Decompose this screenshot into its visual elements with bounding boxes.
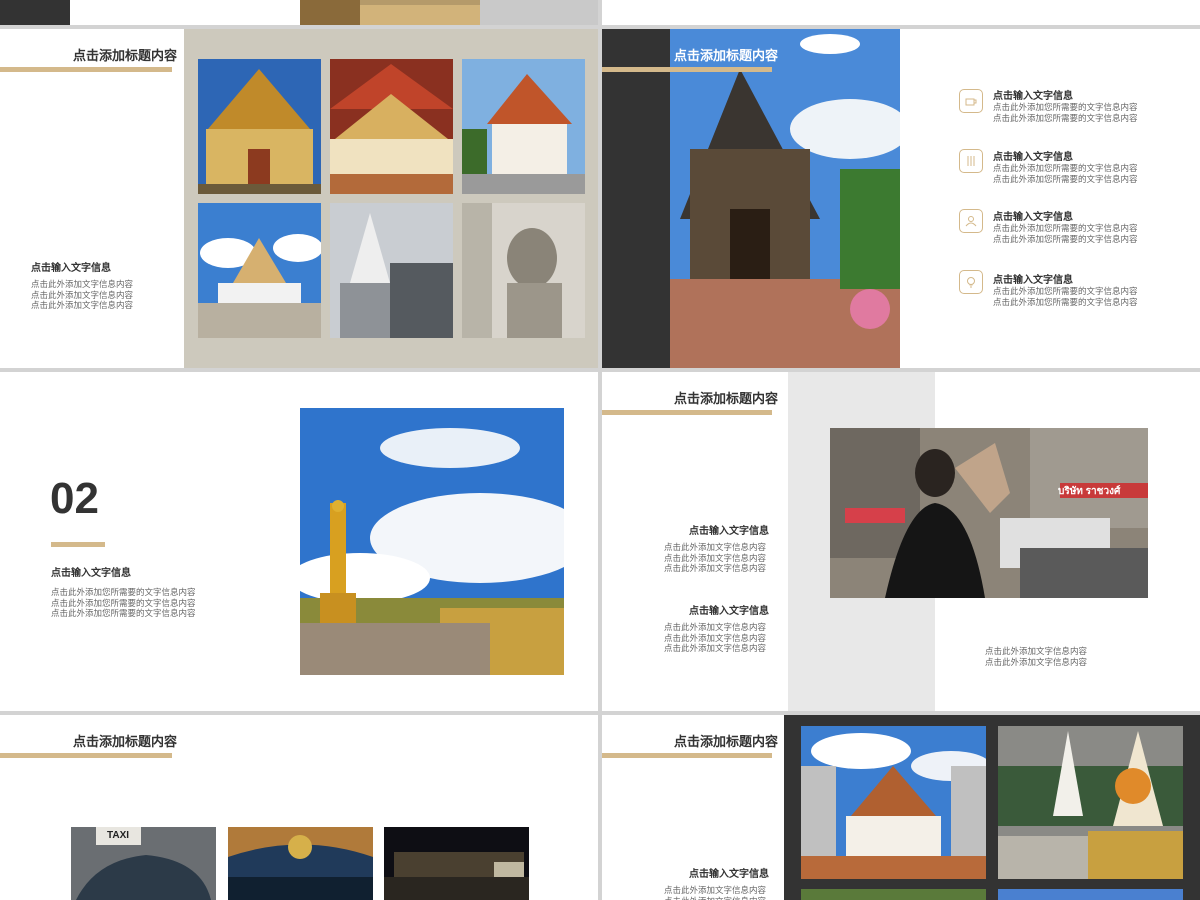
lightbulb-icon bbox=[959, 270, 983, 294]
shop-sign: บริษัท ราชวงศ์ bbox=[1058, 486, 1121, 497]
gold-divider bbox=[602, 67, 772, 72]
item-body: 点击此外添加您所需要的文字信息内容 点击此外添加您所需要的文字信息内容 bbox=[993, 223, 1138, 244]
dark-block bbox=[0, 0, 70, 25]
item-title: 点击输入文字信息 bbox=[993, 152, 1073, 163]
body-text: 点击此外添加文字信息内容 点击此外添加文字信息内容 点击此外添加文字信息内容 bbox=[31, 279, 134, 310]
body-text: 点击此外添加文字信息内容点击此外添加文字信息内容 bbox=[664, 885, 767, 900]
gold-divider bbox=[0, 753, 172, 758]
body-text: 点击此外添加文字信息内容 点击此外添加文字信息内容 点击此外添加文字信息内容 bbox=[664, 622, 767, 653]
body-text: 点击此外添加您所需要的文字信息内容 点击此外添加您所需要的文字信息内容 点击此外添加… bbox=[51, 587, 196, 618]
slide-dark-grid[interactable]: 点击添加标题内容 点击输入文字信息 点击此外添加文字信息内容点击此外添加文字信息… bbox=[602, 715, 1200, 900]
slide-title: 点击添加标题内容 bbox=[674, 734, 779, 749]
caption-text: 点击此外添加文字信息内容 点击此外添加文字信息内容 bbox=[985, 646, 1088, 667]
gold-divider bbox=[0, 67, 172, 72]
utensils-icon bbox=[959, 149, 983, 173]
cup-icon bbox=[959, 89, 983, 113]
subtitle: 点击输入文字信息 bbox=[689, 869, 769, 880]
photographer-photo: บริษัท ราชวงศ์ bbox=[830, 428, 1148, 598]
temple-photo bbox=[998, 889, 1183, 900]
night-street-photo bbox=[384, 827, 529, 900]
white-temple-photo bbox=[330, 203, 453, 338]
item-body: 点击此外添加您所需要的文字信息内容 点击此外添加您所需要的文字信息内容 bbox=[993, 286, 1138, 307]
gold-divider bbox=[602, 410, 772, 415]
dark-panel bbox=[784, 715, 1200, 900]
dark-sidebar bbox=[602, 29, 670, 368]
subtitle: 点击输入文字信息 bbox=[689, 606, 769, 617]
subtitle: 点击输入文字信息 bbox=[51, 568, 131, 579]
slide-photographer[interactable]: 点击添加标题内容 点击输入文字信息 点击此外添加文字信息内容 点击此外添加文字信息… bbox=[602, 372, 1200, 711]
item-title: 点击输入文字信息 bbox=[993, 212, 1073, 223]
item-title: 点击输入文字信息 bbox=[993, 275, 1073, 286]
section-number: 02 bbox=[50, 474, 99, 523]
subtitle: 点击输入文字信息 bbox=[31, 263, 111, 274]
tuktuk-photo bbox=[228, 827, 373, 900]
temple-photo bbox=[801, 889, 986, 900]
temple-photo bbox=[198, 59, 321, 194]
slide-photo-grid[interactable]: 点击添加标题内容 点击输入文字信息 点击此外添加文字信息内容 点击此外添加文字信息… bbox=[0, 29, 598, 368]
item-title: 点击输入文字信息 bbox=[993, 91, 1073, 102]
body-text: 点击此外添加文字信息内容 点击此外添加文字信息内容 点击此外添加文字信息内容 bbox=[664, 542, 767, 573]
photo-grid-panel bbox=[184, 29, 598, 368]
golden-buddha-photo bbox=[300, 408, 564, 675]
slide-three-photos[interactable]: 点击添加标题内容 TAXI bbox=[0, 715, 598, 900]
slide-title: 点击添加标题内容 bbox=[674, 48, 779, 63]
slide-section-02[interactable]: 02 点击输入文字信息 点击此外添加您所需要的文字信息内容 点击此外添加您所需要的… bbox=[0, 372, 598, 711]
item-body: 点击此外添加您所需要的文字信息内容 点击此外添加您所需要的文字信息内容 bbox=[993, 102, 1138, 123]
taxi-photo: TAXI bbox=[71, 827, 216, 900]
slide-title: 点击添加标题内容 bbox=[73, 48, 178, 63]
slide-title: 点击添加标题内容 bbox=[674, 391, 779, 406]
gold-divider bbox=[51, 542, 105, 547]
user-icon bbox=[959, 209, 983, 233]
gold-divider bbox=[602, 753, 772, 758]
item-body: 点击此外添加您所需要的文字信息内容 点击此外添加您所需要的文字信息内容 bbox=[993, 163, 1138, 184]
statue-photo bbox=[462, 203, 585, 338]
naga-temple-photo bbox=[801, 726, 986, 879]
stupa-photo bbox=[998, 726, 1183, 879]
temple-photo bbox=[198, 203, 321, 338]
slide-icon-list[interactable]: 点击添加标题内容 点击输入文字信息 点击此外添加您所需要的文字信息内容 点击此外添… bbox=[602, 29, 1200, 368]
slide-top-left[interactable] bbox=[0, 0, 598, 25]
subtitle: 点击输入文字信息 bbox=[689, 526, 769, 537]
taxi-sign: TAXI bbox=[107, 830, 130, 841]
temple-feature-photo bbox=[670, 29, 900, 368]
slide-title: 点击添加标题内容 bbox=[73, 734, 178, 749]
temple-photo-strip bbox=[300, 0, 598, 25]
slide-top-right[interactable] bbox=[602, 0, 1200, 25]
temple-photo bbox=[462, 59, 585, 194]
temple-photo bbox=[330, 59, 453, 194]
